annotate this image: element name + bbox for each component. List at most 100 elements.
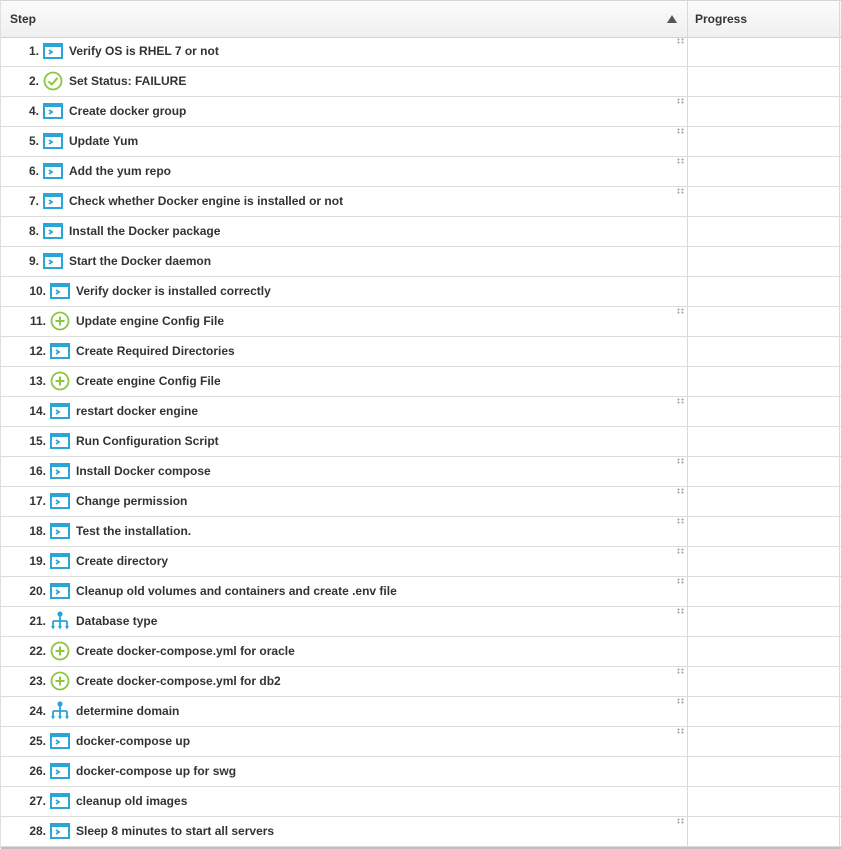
drag-handle-icon[interactable] bbox=[677, 728, 684, 737]
step-row[interactable]: 5. Update Yum bbox=[1, 127, 841, 157]
drag-handle-icon[interactable] bbox=[677, 458, 684, 467]
script-icon bbox=[49, 401, 71, 421]
drag-handle-icon[interactable] bbox=[677, 158, 684, 167]
grid-header: Step Progress bbox=[1, 1, 841, 38]
step-number: 5. bbox=[28, 134, 39, 148]
step-row[interactable]: 26. docker-compose up for swg bbox=[1, 757, 841, 787]
step-label[interactable]: Create engine Config File bbox=[76, 367, 221, 396]
script-icon bbox=[49, 461, 71, 481]
script-icon bbox=[49, 491, 71, 511]
step-label[interactable]: Install Docker compose bbox=[76, 457, 211, 486]
step-row[interactable]: 16. Install Docker compose bbox=[1, 457, 841, 487]
step-label[interactable]: Verify docker is installed correctly bbox=[76, 277, 271, 306]
drag-handle-icon[interactable] bbox=[677, 668, 684, 677]
step-label[interactable]: Add the yum repo bbox=[69, 157, 171, 186]
step-row[interactable]: 14. restart docker engine bbox=[1, 397, 841, 427]
drag-handle-icon[interactable] bbox=[677, 38, 684, 47]
step-number: 18. bbox=[29, 524, 46, 538]
drag-handle-icon[interactable] bbox=[677, 308, 684, 317]
step-label[interactable]: cleanup old images bbox=[76, 787, 187, 816]
step-label[interactable]: Create directory bbox=[76, 547, 168, 576]
step-number: 2. bbox=[28, 74, 39, 88]
step-label[interactable]: Check whether Docker engine is installed… bbox=[69, 187, 343, 216]
step-label[interactable]: determine domain bbox=[76, 697, 179, 726]
drag-handle-icon[interactable] bbox=[677, 518, 684, 527]
step-label[interactable]: Database type bbox=[76, 607, 157, 636]
step-row[interactable]: 23. Create docker-compose.yml for db2 bbox=[1, 667, 841, 697]
drag-handle-icon[interactable] bbox=[677, 578, 684, 587]
step-label[interactable]: docker-compose up for swg bbox=[76, 757, 236, 786]
step-row[interactable]: 24. determine domain bbox=[1, 697, 841, 727]
drag-handle-icon[interactable] bbox=[677, 98, 684, 107]
step-row[interactable]: 11. Update engine Config File bbox=[1, 307, 841, 337]
script-icon bbox=[49, 821, 71, 841]
steps-grid: Step Progress 1. Verify OS is RHEL 7 or … bbox=[0, 0, 841, 849]
script-icon bbox=[49, 761, 71, 781]
script-icon bbox=[42, 221, 64, 241]
step-row[interactable]: 7. Check whether Docker engine is instal… bbox=[1, 187, 841, 217]
step-row[interactable]: 15. Run Configuration Script bbox=[1, 427, 841, 457]
step-number: 11. bbox=[29, 314, 46, 328]
step-row[interactable]: 20. Cleanup old volumes and containers a… bbox=[1, 577, 841, 607]
step-number: 20. bbox=[29, 584, 46, 598]
drag-handle-icon[interactable] bbox=[677, 608, 684, 617]
step-row[interactable]: 22. Create docker-compose.yml for oracle bbox=[1, 637, 841, 667]
step-label[interactable]: restart docker engine bbox=[76, 397, 198, 426]
script-icon bbox=[49, 431, 71, 451]
step-label[interactable]: Run Configuration Script bbox=[76, 427, 219, 456]
step-row[interactable]: 6. Add the yum repo bbox=[1, 157, 841, 187]
step-row[interactable]: 25. docker-compose up bbox=[1, 727, 841, 757]
step-label[interactable]: Update Yum bbox=[69, 127, 138, 156]
step-label[interactable]: Create docker-compose.yml for oracle bbox=[76, 637, 295, 666]
step-row[interactable]: 27. cleanup old images bbox=[1, 787, 841, 817]
step-label[interactable]: docker-compose up bbox=[76, 727, 190, 756]
step-row[interactable]: 13. Create engine Config File bbox=[1, 367, 841, 397]
script-icon bbox=[49, 731, 71, 751]
drag-handle-icon[interactable] bbox=[677, 188, 684, 197]
step-number: 4. bbox=[28, 104, 39, 118]
column-header-progress[interactable]: Progress bbox=[695, 1, 747, 37]
drag-handle-icon[interactable] bbox=[677, 398, 684, 407]
step-label[interactable]: Test the installation. bbox=[76, 517, 191, 546]
drag-handle-icon[interactable] bbox=[677, 488, 684, 497]
plus-circle-icon bbox=[49, 371, 71, 391]
step-row[interactable]: 4. Create docker group bbox=[1, 97, 841, 127]
drag-handle-icon[interactable] bbox=[677, 548, 684, 557]
step-label[interactable]: Create docker-compose.yml for db2 bbox=[76, 667, 281, 696]
step-row[interactable]: 28. Sleep 8 minutes to start all servers bbox=[1, 817, 841, 847]
step-label[interactable]: Change permission bbox=[76, 487, 187, 516]
step-label[interactable]: Update engine Config File bbox=[76, 307, 224, 336]
script-icon bbox=[42, 131, 64, 151]
step-row[interactable]: 19. Create directory bbox=[1, 547, 841, 577]
sort-ascending-icon[interactable] bbox=[667, 15, 677, 23]
column-header-step[interactable]: Step bbox=[10, 1, 36, 37]
step-label[interactable]: Install the Docker package bbox=[69, 217, 220, 246]
step-row[interactable]: 1. Verify OS is RHEL 7 or not bbox=[1, 37, 841, 67]
step-label[interactable]: Start the Docker daemon bbox=[69, 247, 211, 276]
step-label[interactable]: Create Required Directories bbox=[76, 337, 235, 366]
drag-handle-icon[interactable] bbox=[677, 128, 684, 137]
script-icon bbox=[49, 521, 71, 541]
step-row[interactable]: 10. Verify docker is installed correctly bbox=[1, 277, 841, 307]
step-number: 25. bbox=[29, 734, 46, 748]
step-label[interactable]: Set Status: FAILURE bbox=[69, 67, 186, 96]
step-label[interactable]: Verify OS is RHEL 7 or not bbox=[69, 37, 219, 66]
step-row[interactable]: 12. Create Required Directories bbox=[1, 337, 841, 367]
step-number: 22. bbox=[29, 644, 46, 658]
step-row[interactable]: 9. Start the Docker daemon bbox=[1, 247, 841, 277]
script-icon bbox=[49, 551, 71, 571]
step-row[interactable]: 18. Test the installation. bbox=[1, 517, 841, 547]
step-label[interactable]: Cleanup old volumes and containers and c… bbox=[76, 577, 397, 606]
step-row[interactable]: 2. Set Status: FAILURE bbox=[1, 67, 841, 97]
drag-handle-icon[interactable] bbox=[677, 698, 684, 707]
step-row[interactable]: 17. Change permission bbox=[1, 487, 841, 517]
step-number: 9. bbox=[28, 254, 39, 268]
step-row[interactable]: 8. Install the Docker package bbox=[1, 217, 841, 247]
step-number: 7. bbox=[28, 194, 39, 208]
step-label[interactable]: Create docker group bbox=[69, 97, 186, 126]
step-row[interactable]: 21. Database type bbox=[1, 607, 841, 637]
drag-handle-icon[interactable] bbox=[677, 818, 684, 827]
script-icon bbox=[49, 341, 71, 361]
step-label[interactable]: Sleep 8 minutes to start all servers bbox=[76, 817, 274, 846]
step-number: 8. bbox=[28, 224, 39, 238]
